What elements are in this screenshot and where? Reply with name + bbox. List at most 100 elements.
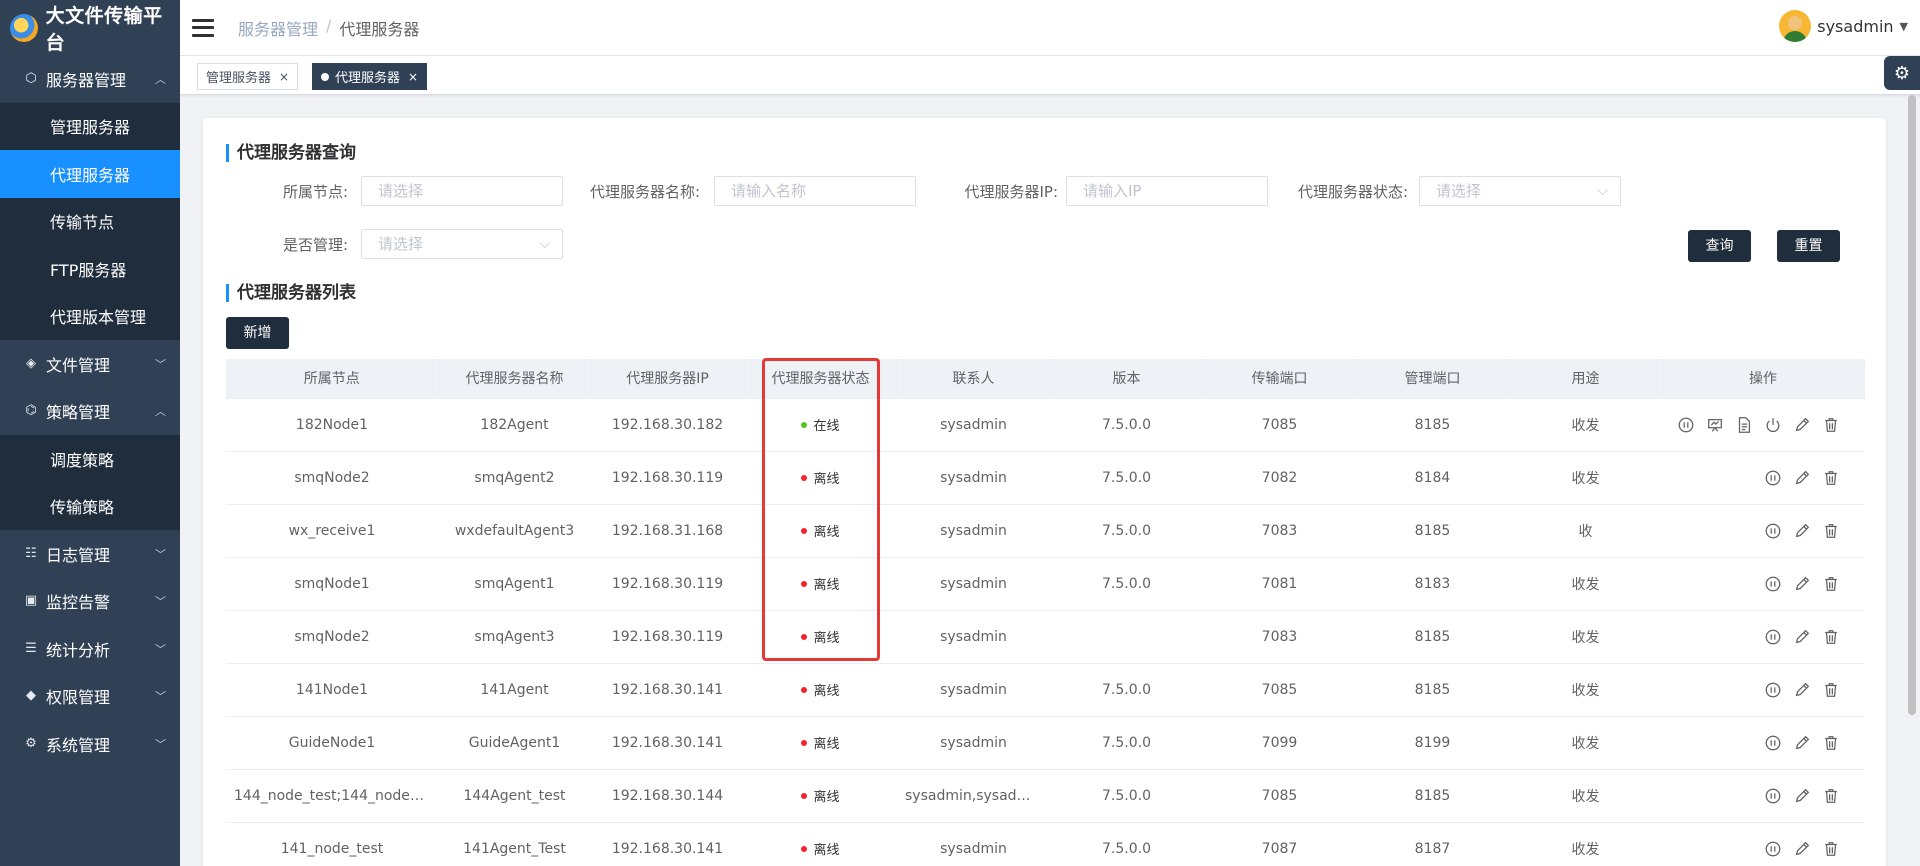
delete-icon[interactable] [1821, 415, 1840, 434]
edit-icon[interactable] [1792, 786, 1811, 805]
sidebar-menu: ⬡ 服务器管理 ︿ 管理服务器 代理服务器 传输节点 FTP服务器 代理版本管理 ◈ 文件管理 ﹀ ⌬… [0, 55, 180, 768]
delete-icon[interactable] [1821, 468, 1840, 487]
search-button[interactable]: 查询 [1688, 230, 1751, 262]
chevron-down-icon: ﹀ [155, 357, 166, 371]
tab-proxy-server[interactable]: 代理服务器 × [312, 63, 428, 90]
sidebar-item[interactable]: 管理服务器 [0, 102, 180, 150]
cell-mport: 8183 [1356, 557, 1509, 611]
sidebar-group[interactable]: ▣ 监控告警 ﹀ [0, 578, 180, 626]
sidebar-item[interactable]: 传输策略 [0, 482, 180, 530]
settings-gear-icon[interactable]: ⚙ [1884, 56, 1920, 90]
close-icon[interactable]: × [279, 70, 289, 84]
delete-icon[interactable] [1821, 786, 1840, 805]
cell-mport: 8184 [1356, 451, 1509, 505]
delete-icon[interactable] [1821, 839, 1840, 858]
sidebar-group-label: 策略管理 [46, 403, 111, 423]
cell-mport: 8187 [1356, 822, 1509, 866]
sidebar-group[interactable]: ◆ 权限管理 ﹀ [0, 673, 180, 721]
edit-icon[interactable] [1792, 521, 1811, 540]
cell-tport: 7081 [1203, 557, 1356, 611]
table-row: 182Node1 182Agent 192.168.30.182 在线 sysadmin… [226, 398, 1864, 452]
sidebar-item[interactable]: FTP服务器 [0, 245, 180, 293]
edit-icon[interactable] [1792, 733, 1811, 752]
row-actions [1670, 468, 1856, 487]
monitor-board-icon[interactable] [1705, 415, 1724, 434]
monitor-icon: ▣ [24, 593, 38, 609]
sidebar-group[interactable]: ⚙ 系统管理 ﹀ [0, 720, 180, 768]
cell-ip: 192.168.30.144 [591, 769, 744, 823]
edit-icon[interactable] [1792, 415, 1811, 434]
pause-icon[interactable] [1763, 786, 1782, 805]
cell-ip: 192.168.30.141 [591, 663, 744, 717]
edit-icon[interactable] [1792, 468, 1811, 487]
cell-contact: sysadmin [897, 504, 1050, 558]
app-logo: 大文件传输平台 [0, 0, 180, 55]
column-header: 代理服务器状态 [744, 359, 898, 399]
pause-icon[interactable] [1763, 574, 1782, 593]
delete-icon[interactable] [1821, 627, 1840, 646]
sidebar-item[interactable]: 调度策略 [0, 435, 180, 483]
add-button[interactable]: 新增 [226, 317, 289, 349]
pause-icon[interactable] [1763, 680, 1782, 699]
chevron-down-icon: ﹀ [155, 595, 166, 609]
status-text: 离线 [813, 472, 840, 487]
status-badge: 离线 [801, 680, 840, 699]
document-icon[interactable] [1734, 415, 1753, 434]
cell-tport: 7083 [1203, 610, 1356, 664]
cell-mport: 8185 [1356, 610, 1509, 664]
sidebar-group[interactable]: ☰ 统计分析 ﹀ [0, 625, 180, 673]
sidebar-item[interactable]: 传输节点 [0, 197, 180, 245]
pause-icon[interactable] [1763, 521, 1782, 540]
chevron-down-icon: ﹀ [155, 690, 166, 704]
delete-icon[interactable] [1821, 733, 1840, 752]
ip-input[interactable]: 请输入IP [1066, 176, 1268, 206]
column-header: 联系人 [897, 359, 1051, 399]
cell-tport: 7083 [1203, 504, 1356, 558]
status-select[interactable]: 请选择 ⌵ [1419, 176, 1621, 206]
sidebar-group[interactable]: ☷ 日志管理 ﹀ [0, 530, 180, 578]
delete-icon[interactable] [1821, 521, 1840, 540]
user-menu[interactable]: sysadmin ▼ [1779, 10, 1908, 42]
delete-icon[interactable] [1821, 680, 1840, 699]
sidebar-group[interactable]: ◈ 文件管理 ﹀ [0, 340, 180, 388]
edit-icon[interactable] [1792, 574, 1811, 593]
breadcrumb-item[interactable]: 服务器管理 [238, 16, 318, 40]
power-icon[interactable] [1763, 415, 1782, 434]
hamburger-menu-icon[interactable] [192, 18, 214, 37]
pause-icon[interactable] [1763, 627, 1782, 646]
name-input[interactable]: 请输入名称 [714, 176, 916, 206]
status-text: 离线 [813, 843, 840, 858]
sidebar-group-label: 日志管理 [46, 545, 111, 565]
sidebar-item[interactable]: 代理版本管理 [0, 292, 180, 340]
pause-icon[interactable] [1763, 468, 1782, 487]
cell-contact: sysadmin [897, 451, 1050, 505]
pause-icon[interactable] [1763, 839, 1782, 858]
cell-actions [1662, 716, 1864, 770]
placeholder: 请输入IP [1083, 182, 1142, 200]
status-label: 代理服务器状态: [1297, 183, 1408, 201]
cell-ip: 192.168.30.119 [591, 451, 744, 505]
cube-icon: ⬡ [25, 70, 37, 86]
table-row: GuideNode1 GuideAgent1 192.168.30.141 离线 sys… [226, 716, 1864, 770]
managed-select[interactable]: 请选择 ⌵ [361, 229, 563, 259]
cell-name: 141Agent [438, 663, 591, 717]
pause-icon[interactable] [1676, 415, 1695, 434]
reset-button[interactable]: 重置 [1777, 230, 1840, 262]
breadcrumb-separator: / [326, 15, 332, 35]
sidebar-item[interactable]: 代理服务器 [0, 150, 180, 198]
sidebar-group[interactable]: ⌬ 策略管理 ︿ [0, 388, 180, 436]
status-cell: 离线 [744, 663, 897, 717]
edit-icon[interactable] [1792, 680, 1811, 699]
pause-icon[interactable] [1763, 733, 1782, 752]
edit-icon[interactable] [1792, 627, 1811, 646]
edit-icon[interactable] [1792, 839, 1811, 858]
tab-manage-server[interactable]: 管理服务器 × [197, 63, 299, 90]
row-actions [1670, 574, 1856, 593]
close-icon[interactable]: × [408, 70, 418, 84]
scrollbar[interactable] [1908, 95, 1916, 715]
node-select[interactable]: 请选择 [361, 176, 563, 206]
cell-mport: 8185 [1356, 769, 1509, 823]
status-text: 离线 [813, 790, 840, 805]
delete-icon[interactable] [1821, 574, 1840, 593]
sidebar-group[interactable]: ⬡ 服务器管理 ︿ [0, 55, 180, 103]
